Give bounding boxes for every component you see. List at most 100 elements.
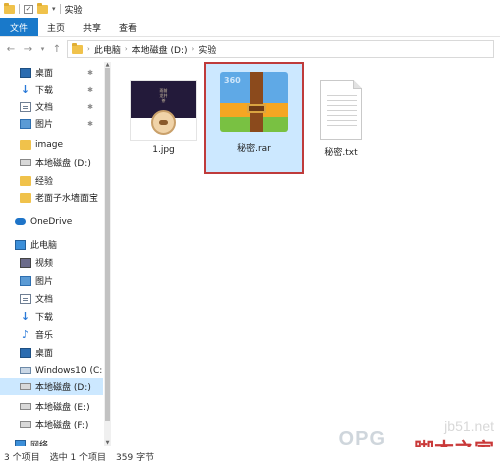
chevron-right-icon[interactable]: ›	[192, 45, 195, 53]
nav-item-label: 老面子水墙面宝	[35, 194, 99, 204]
file-name: 秘密.txt	[324, 148, 358, 158]
ribbon-tabs: 文件 主页 共享 查看	[0, 18, 500, 37]
file-name: 秘密.rar	[237, 144, 271, 154]
breadcrumb-this-pc[interactable]: 此电脑	[94, 43, 121, 56]
file-list: 雨前龙井茶 1.jpg 360 秘密.rar 秘密.txt	[112, 62, 500, 446]
folder-icon[interactable]	[37, 2, 48, 14]
nav-item-image[interactable]: image	[0, 136, 103, 153]
nav-item-label: 下载	[35, 86, 54, 96]
download-icon: ↓	[20, 82, 31, 96]
file-item-rar[interactable]: 360 秘密.rar	[204, 62, 304, 174]
nav-item-drive-e[interactable]: 本地磁盘 (E:)	[0, 398, 103, 415]
archive-icon: 360	[220, 72, 288, 132]
back-arrow-icon[interactable]: ←	[4, 42, 18, 56]
drive-icon	[20, 159, 31, 166]
pin-icon: ✱	[87, 85, 93, 94]
network-icon	[15, 439, 26, 446]
file-item-txt[interactable]: 秘密.txt	[308, 80, 396, 178]
drive-icon	[20, 383, 31, 390]
nav-item-label: 本地磁盘 (F:)	[35, 421, 89, 431]
tab-view[interactable]: 查看	[110, 18, 146, 36]
chevron-right-icon[interactable]: ›	[125, 45, 128, 53]
download-icon: ↓	[20, 309, 31, 323]
documents-icon	[20, 293, 31, 304]
breadcrumb-experiment[interactable]: 实验	[198, 43, 216, 56]
nav-item-this-pc[interactable]: 此电脑	[0, 236, 103, 253]
nav-item-pictures[interactable]: 图片	[0, 272, 103, 289]
scroll-down-icon[interactable]: ▼	[104, 440, 111, 446]
window-title: 实验	[64, 5, 83, 16]
nav-item-download[interactable]: ↓ 下载	[0, 308, 103, 325]
nav-item-drive-d[interactable]: 本地磁盘 (D:)	[0, 378, 103, 395]
folder-icon[interactable]	[4, 2, 15, 14]
folder-icon	[20, 192, 31, 203]
nav-item-label: 桌面	[35, 349, 54, 359]
nav-item-label: 经验	[35, 177, 54, 187]
desktop-icon	[20, 67, 31, 78]
nav-item-label: OneDrive	[30, 216, 73, 227]
pictures-icon	[20, 275, 31, 286]
nav-item-download[interactable]: ↓ 下载 ✱	[0, 81, 103, 98]
divider	[59, 4, 61, 14]
pin-icon: ✱	[87, 119, 93, 128]
nav-item-pictures[interactable]: 图片 ✱	[0, 115, 103, 132]
folder-icon	[20, 175, 31, 186]
nav-item-drive-c[interactable]: Windows10 (C:	[0, 362, 103, 379]
nav-scrollbar[interactable]: ▲ ▼	[104, 62, 111, 446]
status-selection: 选中 1 个项目	[49, 452, 107, 463]
nav-item-desktop[interactable]: 桌面 ✱	[0, 64, 103, 81]
nav-item-label: 文档	[35, 295, 54, 305]
thumbnail-text: 雨前龙井茶	[159, 88, 168, 103]
tab-home[interactable]: 主页	[38, 18, 74, 36]
folder-icon	[72, 42, 83, 54]
desktop-icon	[20, 347, 31, 358]
scroll-thumb[interactable]	[105, 68, 110, 421]
pin-icon: ✱	[87, 68, 93, 77]
nav-item-documents[interactable]: 文档 ✱	[0, 98, 103, 115]
recent-dropdown-icon[interactable]: ▾	[38, 42, 47, 56]
nav-item-network[interactable]: 网络	[0, 436, 103, 446]
tab-share[interactable]: 共享	[74, 18, 110, 36]
navigation-pane: 桌面 ✱ ↓ 下载 ✱ 文档 ✱ 图片 ✱ image 本地磁盘 (D:) 经验…	[0, 62, 110, 446]
nav-item-label: Windows10 (C:	[35, 365, 103, 376]
forward-arrow-icon[interactable]: →	[21, 42, 35, 56]
pin-icon: ✱	[87, 102, 93, 111]
nav-item-label: 下载	[35, 313, 54, 323]
text-file-icon	[320, 80, 362, 140]
nav-item-label: 本地磁盘 (D:)	[35, 383, 91, 393]
up-arrow-icon[interactable]: ↑	[50, 42, 64, 56]
nav-item-label: 图片	[35, 277, 54, 287]
nav-item-label: image	[35, 139, 64, 150]
cloud-icon	[15, 218, 26, 225]
nav-item-label: 文档	[35, 103, 54, 113]
nav-item-desktop[interactable]: 桌面	[0, 344, 103, 361]
nav-item-label: 视频	[35, 259, 54, 269]
music-icon: ♪	[21, 327, 30, 341]
nav-item-label: 此电脑	[30, 241, 58, 251]
nav-item-drive-d[interactable]: 本地磁盘 (D:)	[0, 154, 103, 171]
tab-file[interactable]: 文件	[0, 18, 39, 36]
nav-item-drive-f[interactable]: 本地磁盘 (F:)	[0, 416, 103, 433]
chevron-right-icon[interactable]: ›	[87, 45, 90, 53]
address-bar[interactable]: › 此电脑 › 本地磁盘 (D:) › 实验	[67, 40, 494, 58]
nav-item-documents[interactable]: 文档	[0, 290, 103, 307]
breadcrumb-drive-d[interactable]: 本地磁盘 (D:)	[132, 43, 188, 56]
nav-item-folder[interactable]: 老面子水墙面宝	[0, 189, 103, 206]
image-thumbnail: 雨前龙井茶	[130, 80, 197, 141]
bowl-icon	[151, 110, 176, 135]
drive-icon	[20, 403, 31, 410]
watermark-url: jb51.net	[444, 418, 494, 434]
address-row: ← → ▾ ↑ › 此电脑 › 本地磁盘 (D:) › 实验	[0, 38, 500, 60]
nav-item-experience[interactable]: 经验	[0, 172, 103, 189]
nav-item-onedrive[interactable]: OneDrive	[0, 213, 103, 230]
nav-item-music[interactable]: ♪ 音乐	[0, 326, 103, 343]
file-name: 1.jpg	[152, 145, 175, 155]
dropdown-icon[interactable]: ▾	[52, 5, 56, 13]
folder-icon	[20, 139, 31, 150]
documents-icon	[20, 101, 31, 112]
computer-icon	[15, 239, 26, 250]
nav-item-videos[interactable]: 视频	[0, 254, 103, 271]
nav-item-label: 图片	[35, 120, 54, 130]
checkbox-icon[interactable]: ✓	[24, 4, 33, 14]
nav-item-label: 网络	[30, 441, 49, 446]
